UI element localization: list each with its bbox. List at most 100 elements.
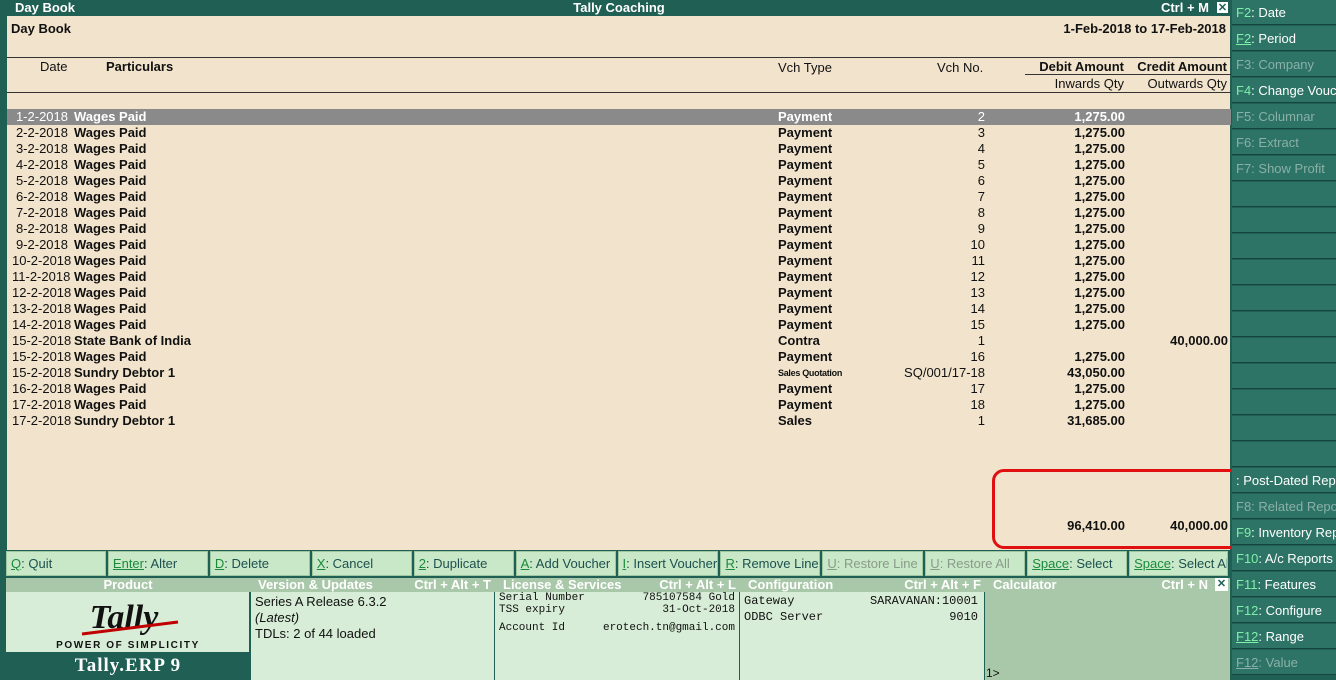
product-name: Tally.ERP 9 [6,652,250,680]
row-date: 12-2-2018 [12,285,72,300]
account-value: erotech.tn@gmail.com [602,622,735,634]
table-row[interactable]: 3-2-2018 Wages Paid Payment 4 1,275.00 [7,141,1231,157]
row-debit: 1,275.00 [1074,397,1125,412]
bottom-button-5[interactable]: 2: Duplicate [413,551,514,576]
table-row[interactable]: 11-2-2018 Wages Paid Payment 12 1,275.00 [7,269,1231,285]
bottom-button-4[interactable]: X: Cancel [311,551,412,576]
side-button-26[interactable]: F12: Value [1232,650,1336,675]
odbc-value: 9010 [949,610,978,624]
side-button-label: : Period [1251,31,1296,46]
side-button-6[interactable]: F6: Extract [1232,130,1336,155]
bottom-button-9[interactable]: U: Restore Line [822,551,924,576]
side-button-23[interactable]: F11: Features [1232,572,1336,597]
row-vch-type: Payment [778,109,833,124]
row-vch-no: 14 [970,301,985,316]
table-row[interactable]: 9-2-2018 Wages Paid Payment 10 1,275.00 [7,237,1231,253]
license-section[interactable]: Serial Number 785107584 Gold TSS expiry … [495,592,740,680]
side-button-22[interactable]: F10: A/c Reports [1232,546,1336,571]
row-vch-no: 5 [977,157,985,172]
row-vch-type: Contra [778,333,820,348]
side-button-label: : Value [1258,655,1298,670]
side-button-7[interactable]: F7: Show Profit [1232,156,1336,181]
row-vch-type: Payment [778,205,833,220]
side-button-3[interactable]: F3: Company [1232,52,1336,77]
row-vch-type: Sales [778,413,812,428]
row-particulars: Wages Paid [74,109,147,124]
row-debit: 1,275.00 [1074,189,1125,204]
row-vch-no: 6 [977,173,985,188]
version-line1: Series A Release 6.3.2 [255,594,387,609]
table-row[interactable]: 15-2-2018 State Bank of India Contra 1 40,00… [7,333,1231,349]
side-button-25[interactable]: F12: Range [1232,624,1336,649]
table-row[interactable]: 13-2-2018 Wages Paid Payment 14 1,275.00 [7,301,1231,317]
calculator-close-icon[interactable]: ✕ [1215,578,1228,591]
button-key: D [214,556,225,571]
bottom-button-3[interactable]: D: Delete [209,551,310,576]
row-vch-type: Payment [778,269,833,284]
side-button-label: : Features [1257,577,1316,592]
table-row[interactable]: 16-2-2018 Wages Paid Payment 17 1,275.00 [7,381,1231,397]
row-vch-type: Payment [778,189,833,204]
row-date: 15-2-2018 [12,365,72,380]
table-row[interactable]: 7-2-2018 Wages Paid Payment 8 1,275.00 [7,205,1231,221]
table-row[interactable]: 14-2-2018 Wages Paid Payment 15 1,275.00 [7,317,1231,333]
side-button-1[interactable]: F2: Date [1232,0,1336,25]
config-section[interactable]: Gateway SARAVANAN:10001 ODBC Server 9010 [740,592,985,680]
side-button-24[interactable]: F12: Configure [1232,598,1336,623]
side-button-21[interactable]: F9: Inventory Reports [1232,520,1336,545]
bottom-button-7[interactable]: I: Insert Voucher [617,551,719,576]
table-row[interactable]: 5-2-2018 Wages Paid Payment 6 1,275.00 [7,173,1231,189]
side-button-key: F9 [1236,525,1252,540]
col-particulars: Particulars [106,59,174,74]
calculator-prompt: 1> [986,666,1000,680]
side-button-2[interactable]: F2: Period [1232,26,1336,51]
report-period[interactable]: 1-Feb-2018 to 17-Feb-2018 [1063,21,1226,36]
row-particulars: Wages Paid [74,349,147,364]
col-credit: Credit Amount [1137,59,1227,74]
bottom-button-1[interactable]: Q: Quit [6,551,106,576]
bottom-button-6[interactable]: A: Add Voucher [515,551,616,576]
row-vch-type: Payment [778,237,833,252]
table-row[interactable]: 4-2-2018 Wages Paid Payment 5 1,275.00 [7,157,1231,173]
table-row[interactable]: 1-2-2018 Wages Paid Payment 2 1,275.00 [7,109,1231,125]
table-row[interactable]: 8-2-2018 Wages Paid Payment 9 1,275.00 [7,221,1231,237]
table-row[interactable]: 15-2-2018 Wages Paid Payment 16 1,275.00 [7,349,1231,365]
row-vch-no: 2 [977,109,985,124]
calculator-head: Calculator Ctrl + N ✕ [985,578,1230,592]
bottom-button-12[interactable]: Space: Select All [1129,551,1229,576]
row-vch-no: 3 [977,125,985,140]
side-button-5[interactable]: F5: Columnar [1232,104,1336,129]
row-debit: 1,275.00 [1074,173,1125,188]
side-button-label: : Date [1251,5,1286,20]
side-button-4[interactable]: F4: Change Voucher [1232,78,1336,103]
table-row[interactable]: 15-2-2018 Sundry Debtor 1 Sales Quotation S… [7,365,1231,381]
row-particulars: Wages Paid [74,301,147,316]
side-button-key: F2 [1236,31,1252,46]
side-button-20[interactable]: F8: Related Reports [1232,494,1336,519]
side-button-19[interactable]: : Post-Dated Reports [1232,468,1336,493]
table-row[interactable]: 17-2-2018 Sundry Debtor 1 Sales 1 31,685.00 [7,413,1231,429]
table-row[interactable]: 17-2-2018 Wages Paid Payment 18 1,275.00 [7,397,1231,413]
table-row[interactable]: 10-2-2018 Wages Paid Payment 11 1,275.00 [7,253,1231,269]
bottom-button-8[interactable]: R: Remove Line [720,551,821,576]
row-particulars: State Bank of India [74,333,192,348]
button-key: A [520,556,530,571]
table-row[interactable]: 12-2-2018 Wages Paid Payment 13 1,275.00 [7,285,1231,301]
button-label: : Insert Voucher [626,556,718,571]
table-row[interactable]: 6-2-2018 Wages Paid Payment 7 1,275.00 [7,189,1231,205]
side-button-key: F8 [1236,499,1252,514]
version-section[interactable]: Series A Release 6.3.2 (Latest) TDLs: 2 … [250,592,495,680]
bottom-button-11[interactable]: Space: Select [1027,551,1128,576]
side-button-12 [1232,286,1336,311]
table-divider [7,92,1231,93]
bottom-button-2[interactable]: Enter: Alter [107,551,208,576]
row-debit: 1,275.00 [1074,381,1125,396]
side-button-key: F10 [1236,551,1259,566]
bottom-button-10[interactable]: U: Restore All [925,551,1026,576]
table-row[interactable]: 2-2-2018 Wages Paid Payment 3 1,275.00 [7,125,1231,141]
calculator-section[interactable]: 1> [985,592,1230,680]
side-button-key: F12 [1236,603,1259,618]
row-vch-type: Payment [778,381,833,396]
close-icon[interactable]: ✕ [1216,1,1229,14]
row-debit: 1,275.00 [1074,157,1125,172]
